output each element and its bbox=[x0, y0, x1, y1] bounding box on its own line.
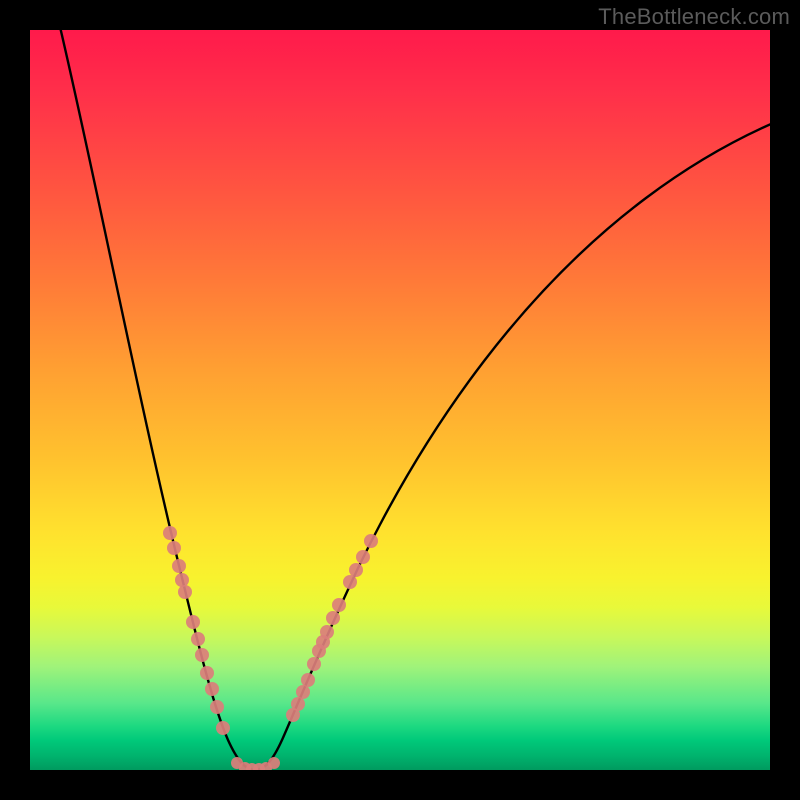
data-point bbox=[175, 573, 189, 587]
data-point bbox=[191, 632, 205, 646]
data-point bbox=[356, 550, 370, 564]
data-point bbox=[195, 648, 209, 662]
left-curve bbox=[56, 30, 255, 770]
data-dots bbox=[163, 526, 378, 770]
data-point bbox=[343, 575, 357, 589]
data-point bbox=[167, 541, 181, 555]
data-point bbox=[186, 615, 200, 629]
data-point bbox=[332, 598, 346, 612]
data-point bbox=[307, 657, 321, 671]
data-point bbox=[349, 563, 363, 577]
data-point bbox=[205, 682, 219, 696]
data-point bbox=[163, 526, 177, 540]
data-point bbox=[216, 721, 230, 735]
right-curve bbox=[255, 116, 770, 770]
watermark-text: TheBottleneck.com bbox=[598, 4, 790, 30]
data-point bbox=[326, 611, 340, 625]
data-point bbox=[301, 673, 315, 687]
data-point bbox=[296, 685, 310, 699]
plot-area bbox=[30, 30, 770, 770]
curve-layer bbox=[30, 30, 770, 770]
data-point bbox=[210, 700, 224, 714]
data-point bbox=[364, 534, 378, 548]
data-point bbox=[200, 666, 214, 680]
chart-container: TheBottleneck.com bbox=[0, 0, 800, 800]
data-point bbox=[320, 625, 334, 639]
data-point bbox=[268, 757, 280, 769]
data-point bbox=[291, 697, 305, 711]
data-point bbox=[178, 585, 192, 599]
data-point bbox=[172, 559, 186, 573]
